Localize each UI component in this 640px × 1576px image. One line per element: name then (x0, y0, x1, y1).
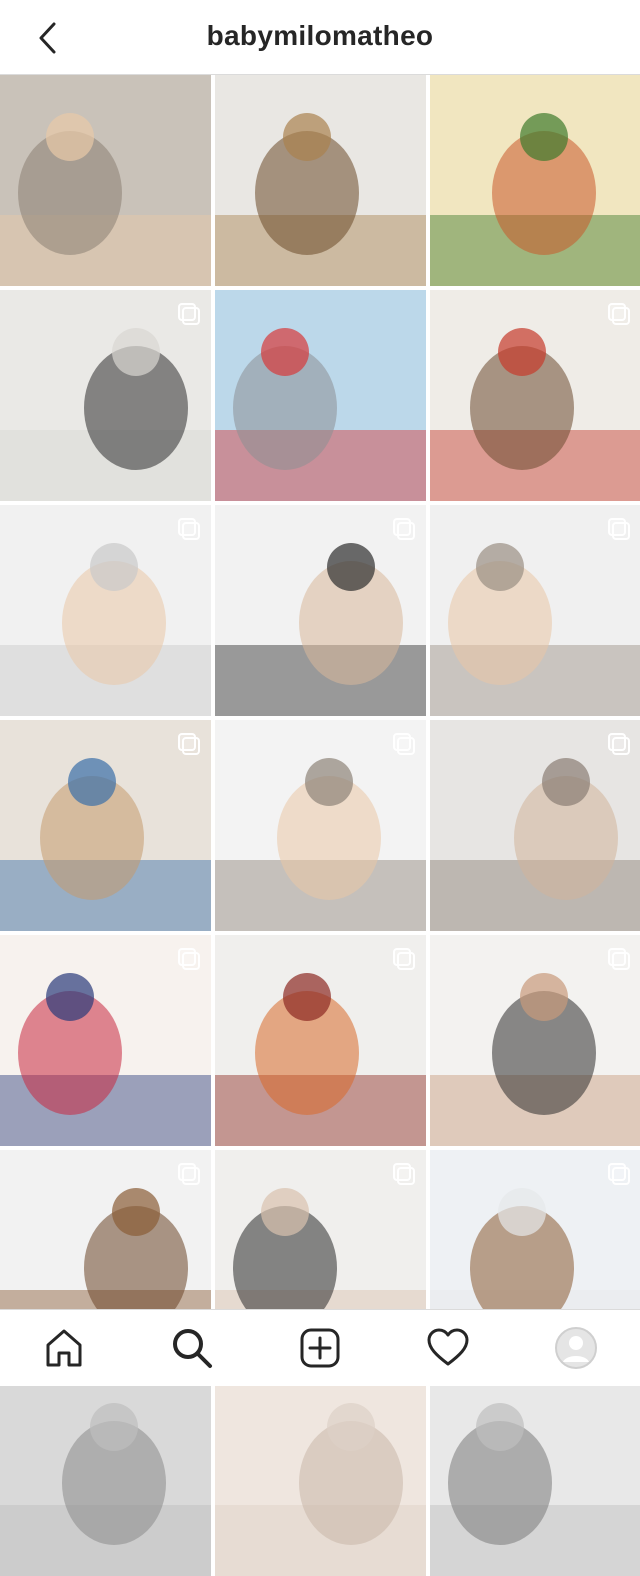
multiple-images-icon (608, 733, 630, 755)
post-image (215, 75, 426, 286)
multiple-images-icon (608, 303, 630, 325)
multiple-images-icon (393, 1163, 415, 1185)
nav-home-button[interactable] (40, 1324, 88, 1372)
post-thumbnail[interactable] (430, 1365, 640, 1576)
multiple-images-icon (393, 518, 415, 540)
bottom-navigation (0, 1309, 640, 1386)
post-thumbnail[interactable] (215, 290, 426, 501)
multiple-images-icon (178, 1163, 200, 1185)
heart-icon (427, 1328, 469, 1366)
multiple-images-icon (608, 1163, 630, 1185)
multiple-images-icon (178, 948, 200, 970)
post-thumbnail[interactable] (215, 720, 426, 931)
post-thumbnail[interactable] (0, 75, 211, 286)
post-thumbnail[interactable] (215, 505, 426, 716)
post-image (430, 1365, 640, 1576)
post-thumbnail[interactable] (0, 720, 211, 931)
post-thumbnail[interactable] (430, 935, 640, 1146)
multiple-images-icon (608, 948, 630, 970)
username-title: babymilomatheo (206, 20, 434, 51)
nav-new-post-button[interactable] (296, 1324, 344, 1372)
nav-activity-button[interactable] (424, 1324, 472, 1372)
post-thumbnail[interactable] (0, 935, 211, 1146)
post-thumbnail[interactable] (215, 935, 426, 1146)
search-icon (173, 1329, 212, 1368)
home-icon (46, 1329, 82, 1367)
post-image (0, 1365, 211, 1576)
add-post-icon (300, 1328, 340, 1368)
post-thumbnail[interactable] (430, 720, 640, 931)
post-thumbnail[interactable] (0, 1365, 211, 1576)
post-thumbnail[interactable] (430, 75, 640, 286)
post-thumbnail[interactable] (0, 505, 211, 716)
multiple-images-icon (178, 733, 200, 755)
multiple-images-icon (393, 733, 415, 755)
multiple-images-icon (608, 518, 630, 540)
post-image (215, 290, 426, 501)
post-thumbnail[interactable] (215, 75, 426, 286)
multiple-images-icon (393, 948, 415, 970)
post-image (215, 1365, 426, 1576)
multiple-images-icon (178, 518, 200, 540)
post-thumbnail[interactable] (215, 1365, 426, 1576)
multiple-images-icon (178, 303, 200, 325)
post-image (430, 75, 640, 286)
post-thumbnail[interactable] (0, 290, 211, 501)
profile-header: babymilomatheo (0, 0, 640, 75)
avatar-icon (555, 1327, 597, 1369)
nav-profile-button[interactable] (552, 1324, 600, 1372)
post-image (0, 75, 211, 286)
post-thumbnail[interactable] (430, 290, 640, 501)
nav-search-button[interactable] (168, 1324, 216, 1372)
post-thumbnail[interactable] (430, 505, 640, 716)
